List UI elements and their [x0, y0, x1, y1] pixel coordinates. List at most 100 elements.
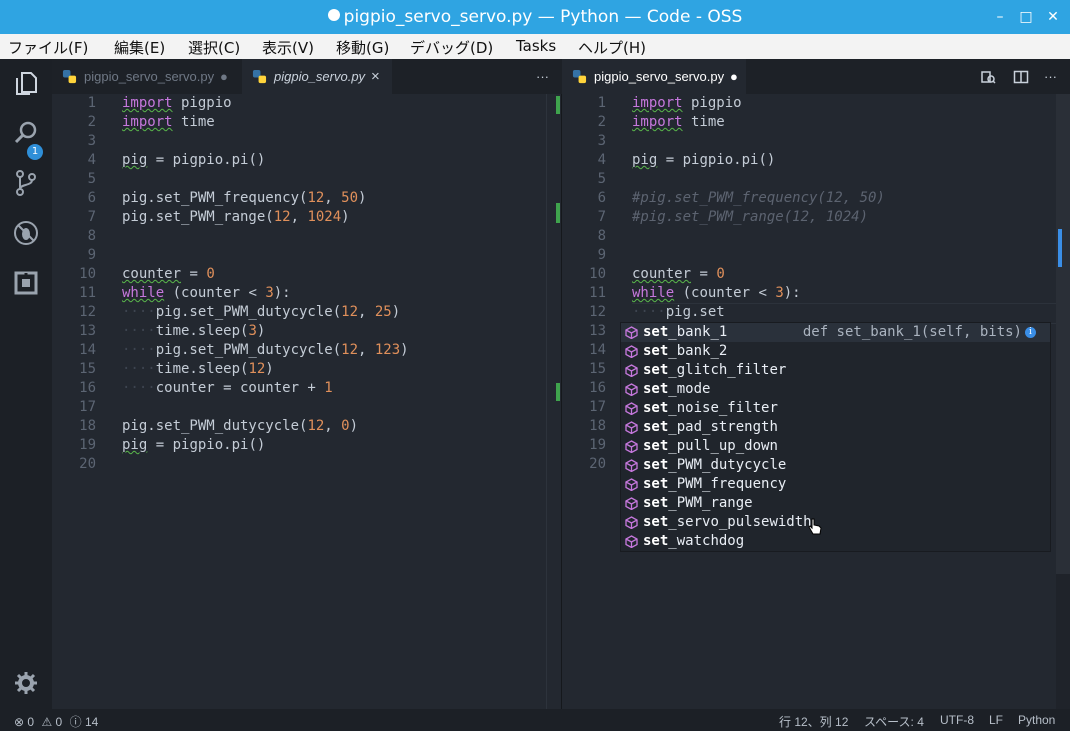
line-number: 6 [597, 190, 606, 206]
code-line[interactable]: 2 import time [52, 113, 542, 132]
match-highlight: set [643, 457, 669, 473]
line-number: 20 [79, 456, 96, 472]
suggestion-item[interactable]: set_noise_filter [621, 399, 1050, 418]
close-tab-icon[interactable]: × [371, 59, 380, 94]
right-scrollbar-track[interactable] [1056, 94, 1070, 709]
suggestion-item[interactable]: set_pull_up_down [621, 437, 1050, 456]
open-changes-icon[interactable] [980, 69, 996, 85]
maximize-button[interactable]: □ [1016, 8, 1036, 26]
code-line[interactable]: 17 [52, 398, 542, 417]
suggestion-item[interactable]: set_PWM_dutycycle [621, 456, 1050, 475]
line-number: 7 [597, 209, 606, 225]
scrollbar-thumb[interactable] [1056, 94, 1070, 574]
code-line[interactable]: 1 import pigpio [52, 94, 542, 113]
code-line[interactable]: 11 while (counter < 3): [562, 284, 1052, 303]
problems-indicator[interactable]: ⊗ 0 ⚠ 0 ⓘ 14 [14, 713, 98, 730]
code-line[interactable]: 20 [52, 455, 542, 474]
explorer-icon[interactable] [12, 69, 40, 97]
suggestion-label: set_watchdog [643, 533, 745, 549]
debug-icon[interactable] [12, 219, 40, 247]
line-number: 7 [87, 209, 96, 225]
left-scrollbar-track[interactable] [546, 94, 547, 709]
line-text: ····pig.set_PWM_dutycycle(12, 123) [122, 341, 409, 360]
code-line[interactable]: 5 [52, 170, 542, 189]
line-text: #pig.set_PWM_range(12, 1024) [632, 208, 868, 227]
menu-go[interactable]: 移動(G) [336, 37, 389, 58]
line-number: 2 [87, 114, 96, 130]
code-line[interactable]: 19 pig = pigpio.pi() [52, 436, 542, 455]
line-number: 6 [87, 190, 96, 206]
code-line[interactable]: 5 [562, 170, 1052, 189]
extensions-icon[interactable] [12, 269, 40, 297]
menu-edit[interactable]: 編集(E) [114, 37, 165, 58]
code-line[interactable]: 12 ····pig.set_PWM_dutycycle(12, 25) [52, 303, 542, 322]
code-token: time.sleep( [155, 361, 249, 377]
split-editor-icon[interactable] [1013, 69, 1029, 85]
menu-selection[interactable]: 選択(C) [188, 37, 240, 58]
menu-view[interactable]: 表示(V) [262, 37, 314, 58]
unsaved-dot-icon[interactable]: ● [220, 59, 228, 94]
left-code-editor[interactable]: 1 import pigpio 2 import time 3 4 pig = pigpio… [52, 94, 562, 709]
suggestion-item[interactable]: set_PWM_frequency [621, 475, 1050, 494]
suggestion-item[interactable]: set_servo_pulsewidth [621, 513, 1050, 532]
indentation[interactable]: スペース: 4 [864, 713, 924, 730]
code-line[interactable]: 8 [562, 227, 1052, 246]
code-line[interactable]: 1 import pigpio [562, 94, 1052, 113]
close-button[interactable]: ✕ [1043, 8, 1063, 26]
gear-icon[interactable] [12, 669, 40, 697]
code-line[interactable]: 14 ····pig.set_PWM_dutycycle(12, 123) [52, 341, 542, 360]
menu-tasks[interactable]: Tasks [516, 37, 556, 55]
code-line[interactable]: 4 pig = pigpio.pi() [52, 151, 542, 170]
code-line[interactable]: 6 #pig.set_PWM_frequency(12, 50) [562, 189, 1052, 208]
menu-file[interactable]: ファイル(F) [8, 37, 88, 58]
python-file-icon [572, 69, 587, 84]
encoding[interactable]: UTF-8 [940, 713, 974, 727]
code-token: counter [122, 266, 182, 282]
code-line[interactable]: 7 pig.set_PWM_range(12, 1024) [52, 208, 542, 227]
menu-help[interactable]: ヘルプ(H) [578, 37, 646, 58]
suggestion-label: set_mode [643, 381, 711, 397]
suggestion-item[interactable]: set_watchdog [621, 532, 1050, 551]
menu-debug[interactable]: デバッグ(D) [410, 37, 493, 58]
more-actions-icon[interactable]: ··· [1044, 59, 1057, 94]
code-line[interactable]: 10 counter = 0 [562, 265, 1052, 284]
cursor-position[interactable]: 行 12、列 12 [779, 713, 848, 730]
code-line[interactable]: 2 import time [562, 113, 1052, 132]
suggestion-item[interactable]: set_bank_1 def set_bank_1(self, bits) i [621, 323, 1050, 342]
code-line[interactable]: 7 #pig.set_PWM_range(12, 1024) [562, 208, 1052, 227]
suggestion-item[interactable]: set_bank_2 [621, 342, 1050, 361]
tab-pigpio-servo[interactable]: pigpio_servo.py × [242, 59, 392, 94]
code-line[interactable]: 9 [562, 246, 1052, 265]
tab-pigpio-servo-servo[interactable]: pigpio_servo_servo.py ● [52, 59, 240, 94]
line-text: ····pig.set_PWM_dutycycle(12, 25) [122, 303, 400, 322]
line-text: import time [122, 113, 215, 132]
suggestion-item[interactable]: set_glitch_filter [621, 361, 1050, 380]
end-of-line[interactable]: LF [989, 713, 1003, 727]
code-line[interactable]: 13 ····time.sleep(3) [52, 322, 542, 341]
search-icon[interactable] [12, 119, 40, 147]
code-token: pig.set_PWM_range( [122, 209, 274, 225]
suggestion-item[interactable]: set_mode [621, 380, 1050, 399]
code-line[interactable]: 8 [52, 227, 542, 246]
code-line[interactable]: 9 [52, 246, 542, 265]
tab-pigpio-servo-servo-active[interactable]: pigpio_servo_servo.py ● [562, 59, 746, 94]
code-token: #pig.set_PWM_frequency(12, 50) [632, 190, 885, 206]
code-line[interactable]: 3 [562, 132, 1052, 151]
more-actions-icon[interactable]: ··· [536, 59, 549, 94]
read-more-icon[interactable]: i [1025, 327, 1036, 338]
code-line[interactable]: 15 ····time.sleep(12) [52, 360, 542, 379]
code-line[interactable]: 10 counter = 0 [52, 265, 542, 284]
code-line[interactable]: 16 ····counter = counter + 1 [52, 379, 542, 398]
code-line[interactable]: 3 [52, 132, 542, 151]
language-mode[interactable]: Python [1018, 713, 1055, 727]
source-control-icon[interactable] [12, 169, 40, 197]
unsaved-dot-icon[interactable]: ● [730, 59, 738, 94]
code-line[interactable]: 11 while (counter < 3): [52, 284, 542, 303]
code-line[interactable]: 4 pig = pigpio.pi() [562, 151, 1052, 170]
code-line[interactable]: 18 pig.set_PWM_dutycycle(12, 0) [52, 417, 542, 436]
minimize-button[interactable]: – [990, 8, 1010, 26]
diff-marker [556, 383, 560, 401]
suggestion-item[interactable]: set_PWM_range [621, 494, 1050, 513]
suggestion-item[interactable]: set_pad_strength [621, 418, 1050, 437]
code-line[interactable]: 6 pig.set_PWM_frequency(12, 50) [52, 189, 542, 208]
